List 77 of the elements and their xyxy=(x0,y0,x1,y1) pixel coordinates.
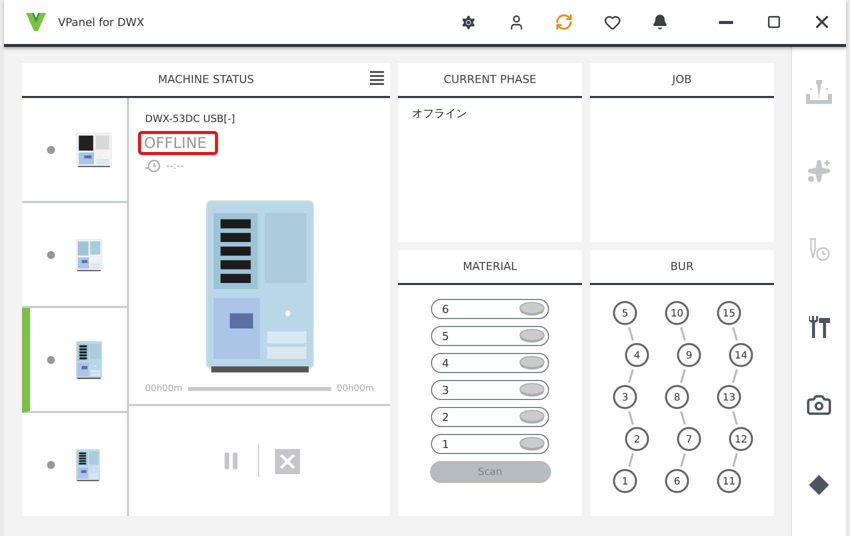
clock-icon xyxy=(145,159,161,173)
bur-slot[interactable]: 14 xyxy=(729,343,753,367)
connector-line xyxy=(732,369,738,383)
drill-icon xyxy=(806,80,832,104)
bur-slot[interactable]: 1 xyxy=(613,469,637,493)
material-slot[interactable]: 1 xyxy=(431,434,549,454)
material-slot[interactable]: 4 xyxy=(431,353,549,373)
disc-icon xyxy=(519,410,545,424)
machine-status: OFFLINE xyxy=(138,131,218,155)
connector-line xyxy=(628,453,634,467)
disc-icon xyxy=(519,329,545,343)
connector-line xyxy=(628,327,634,341)
connector-line xyxy=(680,411,686,425)
bell-icon xyxy=(652,14,668,30)
status-dot xyxy=(47,146,55,154)
minimize-icon xyxy=(719,20,733,24)
connector-line xyxy=(732,453,738,467)
disc-icon xyxy=(519,383,545,397)
slot-number: 5 xyxy=(442,330,449,342)
bur-slot[interactable]: 7 xyxy=(677,427,701,451)
slot-number: 1 xyxy=(442,438,449,450)
slot-number: 6 xyxy=(442,302,449,316)
heart-icon xyxy=(604,14,620,30)
total-time: 00h00m xyxy=(336,384,374,394)
diamond-icon xyxy=(807,472,831,497)
bur-slot[interactable]: 3 xyxy=(613,385,637,409)
bur-slot[interactable]: 5 xyxy=(613,301,637,325)
material-slot[interactable]: 5 xyxy=(431,326,549,346)
status-dot xyxy=(47,356,55,364)
tools-icon xyxy=(808,316,830,338)
material-slot[interactable]: 6 xyxy=(431,299,549,319)
slot-number: 3 xyxy=(442,384,449,396)
panel-title: MATERIAL xyxy=(462,260,518,273)
drill-clock-icon xyxy=(807,237,831,262)
status-dot xyxy=(47,250,55,258)
connector-line xyxy=(680,327,686,341)
connector-line xyxy=(628,369,634,383)
bur-slot[interactable]: 15 xyxy=(717,301,741,325)
logo-icon xyxy=(26,13,46,31)
panel-title: CURRENT PHASE xyxy=(444,73,536,86)
bur-slot[interactable]: 12 xyxy=(729,427,753,451)
material-slot[interactable]: 3 xyxy=(431,380,549,400)
bur-slot[interactable]: 13 xyxy=(717,385,741,409)
status-dot xyxy=(47,460,55,468)
bur-slot[interactable]: 2 xyxy=(625,427,649,451)
window-title: VPanel for DWX xyxy=(58,16,146,28)
panel-title: BUR xyxy=(670,260,694,273)
bur-slot[interactable]: 10 xyxy=(665,301,689,325)
disc-icon xyxy=(519,437,545,451)
disc-icon xyxy=(519,302,545,316)
slot-number: 2 xyxy=(442,410,449,424)
bur-slot[interactable]: 11 xyxy=(717,469,741,493)
settings-icon xyxy=(460,14,476,30)
connector-line xyxy=(680,453,686,467)
panel-title: MACHINE STATUS xyxy=(158,73,254,86)
bur-slot[interactable]: 9 xyxy=(677,343,701,367)
elapsed-time: 00h00m xyxy=(145,384,182,394)
remaining-time: --:-- xyxy=(166,160,184,172)
connector-line xyxy=(628,411,634,425)
bur-slot[interactable]: 4 xyxy=(625,343,649,367)
menu-button[interactable] xyxy=(370,71,384,85)
sparkles-icon xyxy=(807,158,831,183)
slot-number: 4 xyxy=(442,356,449,370)
phase-text: オフライン xyxy=(411,106,468,122)
diamond-tool-button[interactable] xyxy=(807,472,831,497)
bur-slot[interactable]: 6 xyxy=(665,469,689,493)
maximize-icon xyxy=(767,15,781,29)
material-slot[interactable]: 2 xyxy=(431,407,549,427)
tools-tool-button[interactable] xyxy=(808,316,830,338)
bur-slot[interactable]: 8 xyxy=(665,385,689,409)
connector-line xyxy=(732,327,738,341)
sync-icon xyxy=(555,13,573,31)
panel-title: JOB xyxy=(672,73,692,86)
disc-icon xyxy=(519,356,545,370)
connector-line xyxy=(732,411,738,425)
connector-line xyxy=(680,369,686,383)
machine-model: DWX-53DC USB[-] xyxy=(145,114,236,125)
